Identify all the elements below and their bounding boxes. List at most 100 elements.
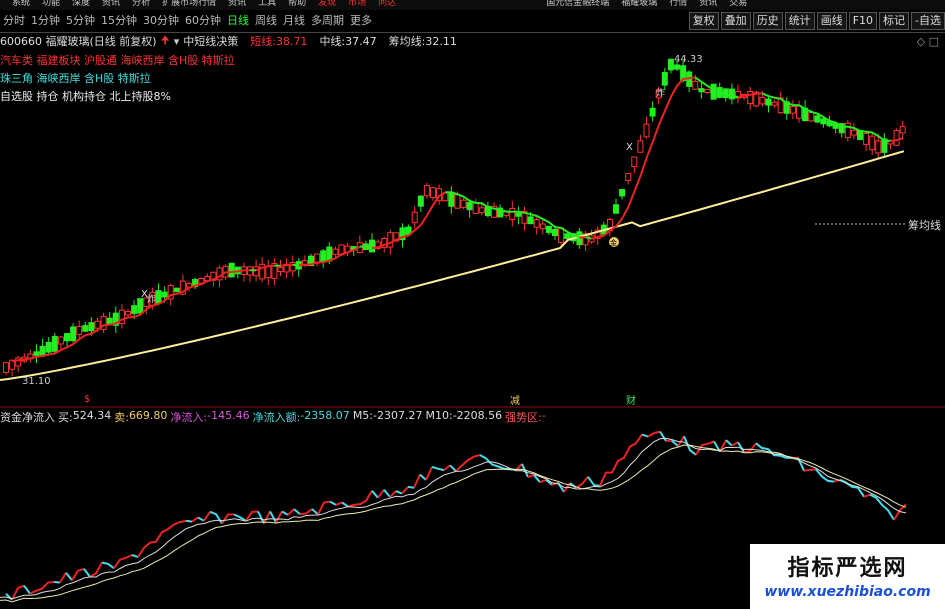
candle-body xyxy=(265,265,272,279)
fund-flow-segment xyxy=(425,466,433,481)
candle-body xyxy=(228,262,235,278)
high-price-label: 44.33 xyxy=(674,54,703,65)
fund-flow-segment xyxy=(527,474,535,478)
fund-flow-segment xyxy=(269,510,277,523)
fund-flow-segment xyxy=(287,508,295,516)
candle-body xyxy=(649,107,656,117)
fund-flow-segment xyxy=(299,508,313,516)
fund-flow-segment xyxy=(641,433,649,438)
candle-body xyxy=(289,262,296,272)
candle-body xyxy=(625,173,632,181)
candle-body xyxy=(45,341,52,353)
candle-body xyxy=(698,88,705,93)
candle-body xyxy=(533,219,540,228)
watermark: 指标严选网 www.xuezhibiao.com xyxy=(750,544,945,609)
candle-body xyxy=(509,208,516,221)
candle-body xyxy=(131,305,138,314)
x-marker-2: X xyxy=(626,142,633,153)
candle-body xyxy=(125,311,131,316)
candle-body xyxy=(94,320,101,329)
fund-flow-segment xyxy=(647,430,661,438)
short-line-segment xyxy=(292,263,299,267)
candle-body xyxy=(545,225,552,233)
candle-body xyxy=(692,80,699,90)
candle-body xyxy=(430,187,436,199)
candle-body xyxy=(106,317,113,325)
coin-marker: 金 xyxy=(610,238,617,247)
candle-body xyxy=(704,88,711,93)
candle-body xyxy=(460,199,467,208)
fund-flow-segment xyxy=(371,490,379,499)
candle-body xyxy=(466,201,473,211)
net-value: -145.46 xyxy=(207,409,250,422)
fund-flow-segment xyxy=(455,454,481,472)
candle-body xyxy=(57,336,64,345)
net-label: 净流入: xyxy=(170,411,208,424)
candle-body xyxy=(844,122,851,139)
candle-body xyxy=(643,123,650,138)
candle-body xyxy=(76,326,83,335)
fund-flow-segment xyxy=(335,501,343,506)
fund-flow-segment xyxy=(341,501,349,508)
fund-flow-segment xyxy=(401,486,409,495)
fund-flow-segment xyxy=(311,508,319,516)
candlesticks xyxy=(3,58,906,377)
candle-body xyxy=(411,211,418,224)
candle-body xyxy=(369,239,375,253)
candle-body xyxy=(417,195,424,207)
short-line-segment xyxy=(280,263,293,267)
candle-body xyxy=(869,135,876,151)
zone-label: 强势区: xyxy=(505,411,542,424)
cost-line xyxy=(0,150,905,381)
fund-flow-segment xyxy=(377,489,385,499)
candle-body xyxy=(765,98,772,106)
sub-indicator-title[interactable]: 资金净流入 xyxy=(0,409,55,425)
fund-flow-segment xyxy=(659,431,667,442)
indicator-lines xyxy=(0,76,905,381)
low-price-label: 31.10 xyxy=(22,376,51,387)
candle-body xyxy=(637,140,644,153)
candle-body xyxy=(674,64,680,70)
fund-flow-segment xyxy=(11,584,25,601)
fund-flow-segment xyxy=(803,468,817,472)
candle-body xyxy=(423,184,430,197)
stock-chart[interactable]: 44.33 31.10 筹均线 X 炸 X 炸 $ 减 财 金 xyxy=(0,0,945,609)
fund-flow-segment xyxy=(275,511,283,523)
fund-flow-segment xyxy=(191,516,199,523)
zone-value: - xyxy=(541,409,546,422)
fund-flow-segment xyxy=(575,476,589,489)
candle-body xyxy=(64,333,70,342)
fund-flow-segment xyxy=(407,485,415,489)
candle-body xyxy=(88,322,95,332)
fund-flow-segment xyxy=(131,554,139,559)
candle-body xyxy=(173,287,180,293)
fund-flow-segment xyxy=(383,489,391,498)
dollar-marker: $ xyxy=(84,394,90,405)
fund-flow-segment xyxy=(869,493,895,521)
cost-line-tag: 筹均线 xyxy=(908,218,941,232)
candle-body xyxy=(613,204,619,214)
candle-body xyxy=(155,290,162,304)
candle-body xyxy=(478,207,485,214)
fund-flow-segment xyxy=(431,465,445,472)
fund-flow-segment xyxy=(293,508,301,515)
candle-body xyxy=(863,133,870,145)
candle-body xyxy=(82,325,89,332)
fund-flow-segment xyxy=(419,473,427,481)
candle-body xyxy=(137,298,144,314)
chart-grid xyxy=(0,223,945,408)
fund-flow-segment xyxy=(137,519,187,558)
candle-body xyxy=(454,194,461,209)
candle-body xyxy=(539,223,546,230)
watermark-title: 指标严选网 xyxy=(787,556,908,581)
fund-flow-segment xyxy=(83,568,91,578)
fund-flow-segment xyxy=(347,490,373,508)
fund-flow-segment xyxy=(53,581,61,584)
candle-body xyxy=(472,202,479,215)
zha-marker-2: 炸 xyxy=(656,87,665,99)
candle-body xyxy=(70,326,77,342)
fund-flow-segment xyxy=(725,439,733,447)
candle-body xyxy=(631,156,638,168)
candle-body xyxy=(759,96,766,105)
fund-flow-segment xyxy=(395,490,403,495)
